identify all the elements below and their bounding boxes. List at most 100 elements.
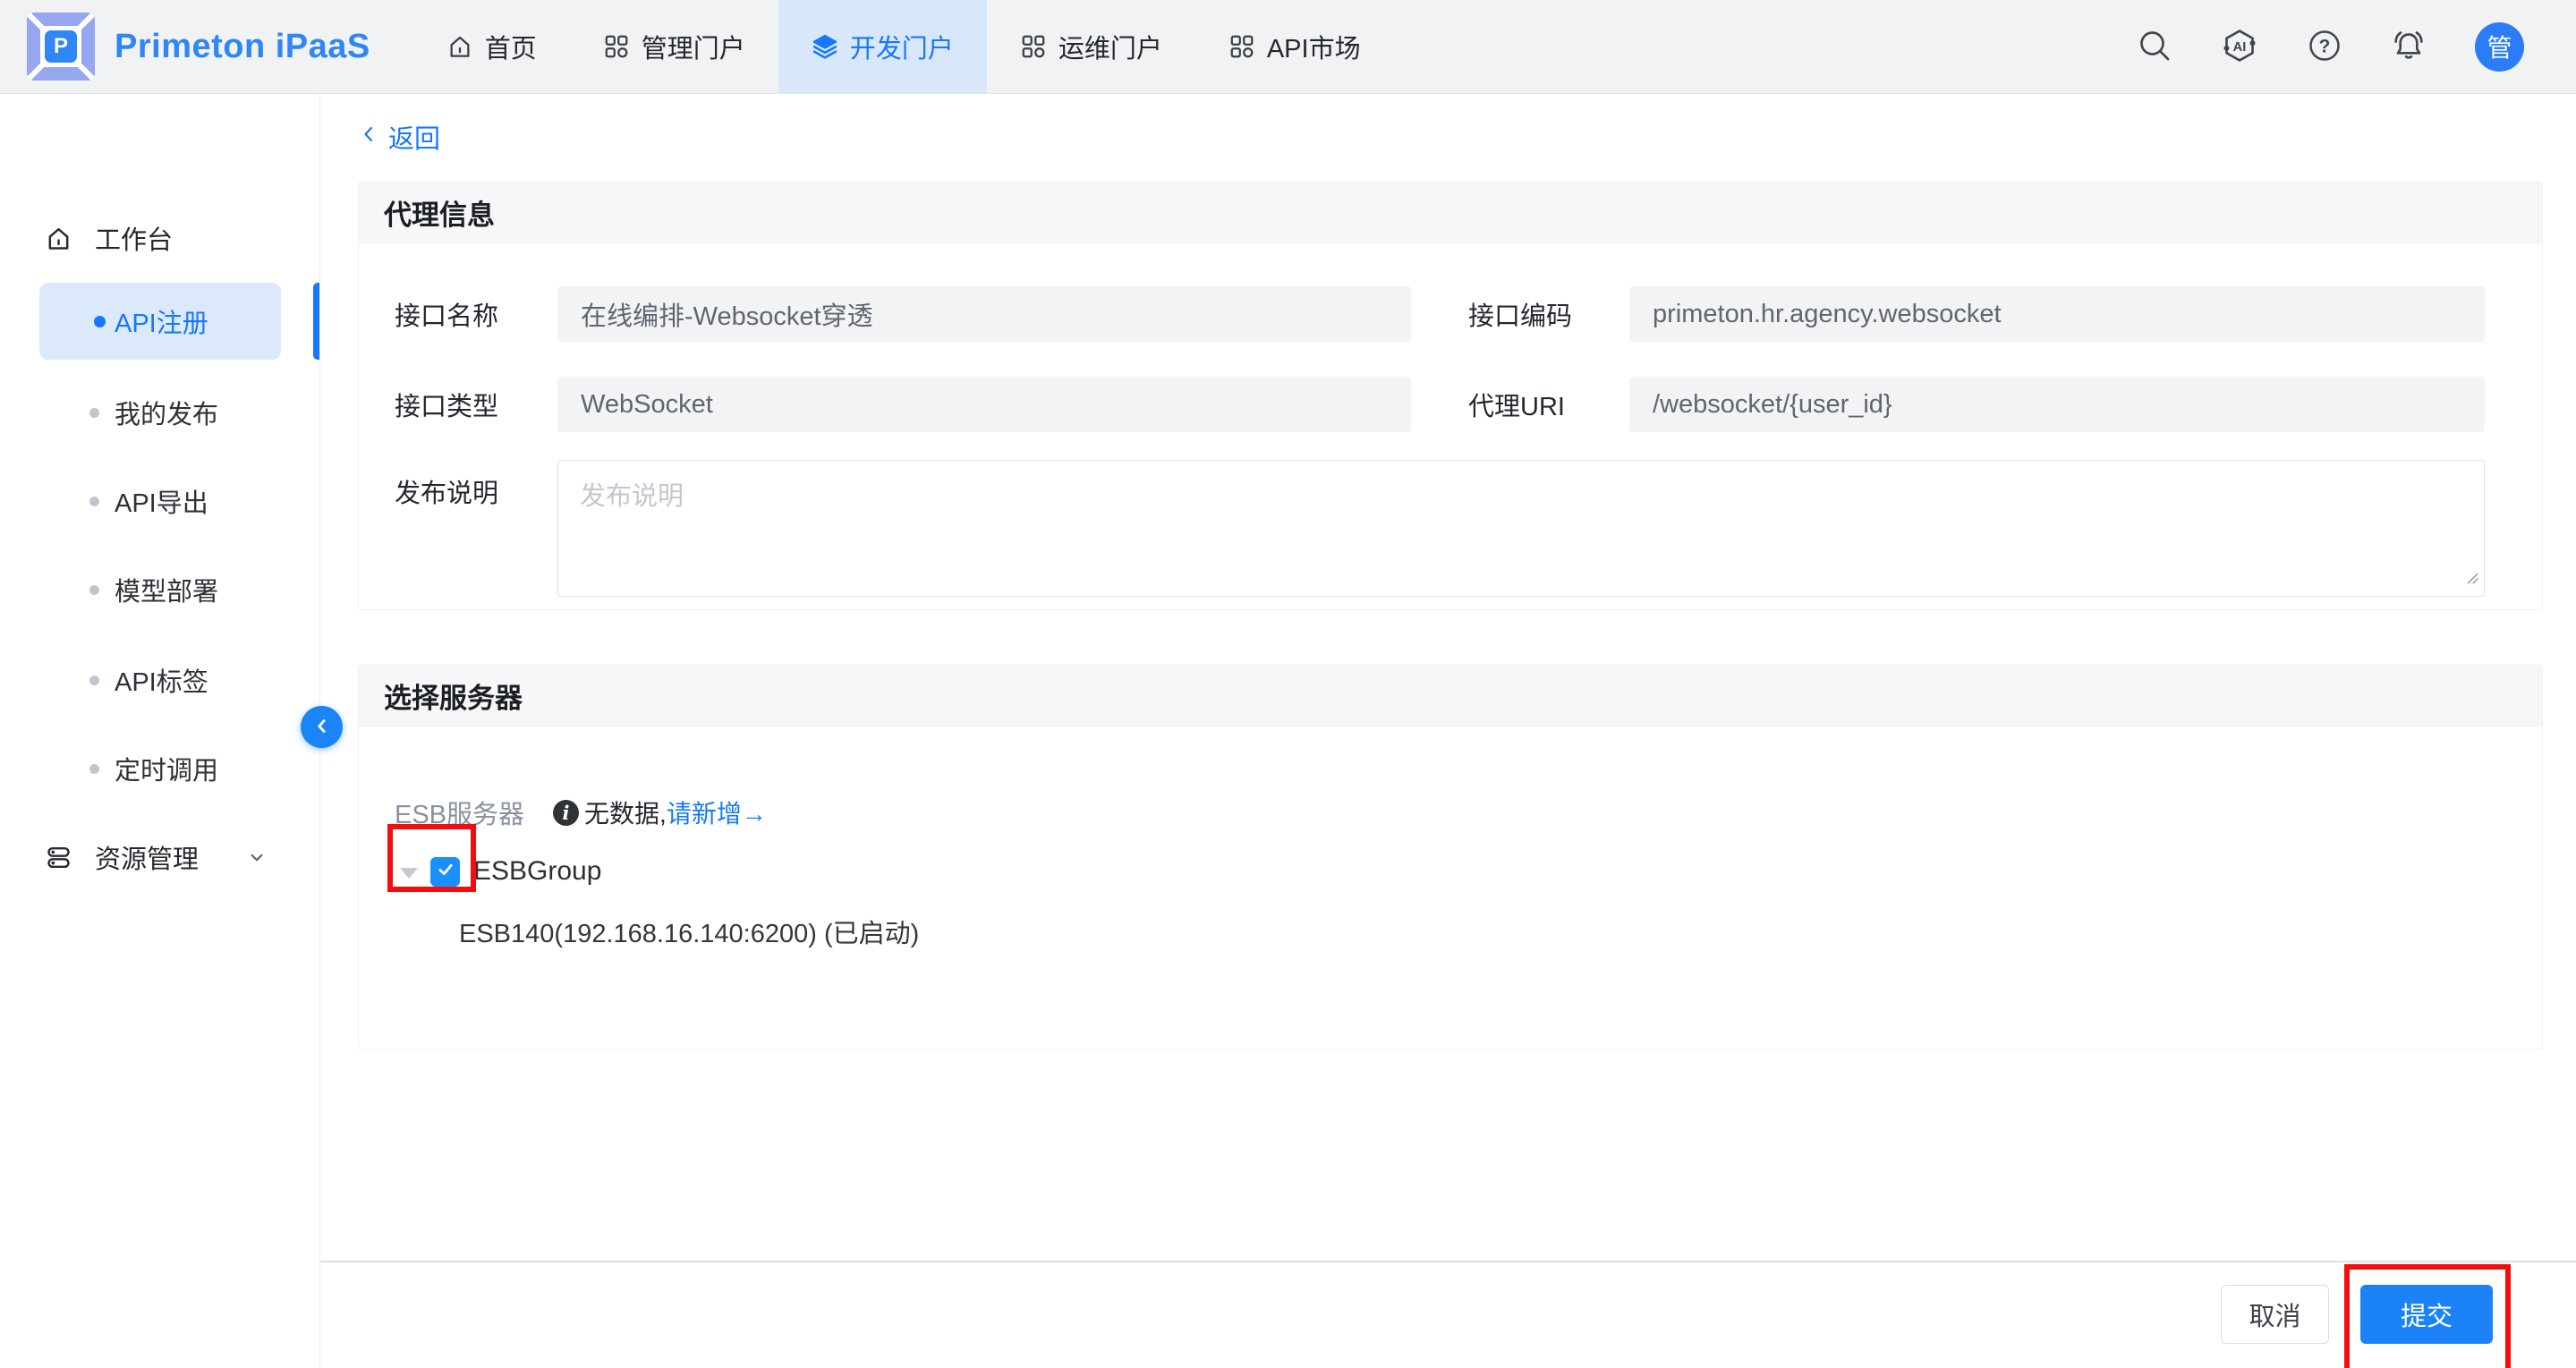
card-header: 选择服务器 — [359, 666, 2542, 726]
brand-name: Primeton iPaaS — [115, 28, 370, 66]
sidebar-item-model-deploy[interactable]: 模型部署 — [0, 564, 320, 616]
submit-button[interactable]: 提交 — [2360, 1285, 2493, 1344]
esb-group-label: ESBGroup — [473, 856, 601, 887]
main-content: 返回 代理信息 接口名称 接口编码 — [320, 94, 2576, 1368]
ai-icon: AI — [2221, 27, 2258, 67]
top-nav-label: 运维门户 — [1058, 28, 1162, 65]
sidebar-item-workbench[interactable]: 工作台 — [0, 212, 320, 264]
server-select-body: ESB服务器 i 无数据, 请新增→ — [359, 726, 2542, 1049]
sidebar-item-scheduled-calls[interactable]: 定时调用 — [0, 743, 320, 794]
no-data-hint: i 无数据, 请新增→ — [553, 794, 767, 830]
caret-down-icon[interactable] — [400, 868, 418, 879]
sidebar-item-api-export[interactable]: API导出 — [0, 475, 320, 527]
sidebar-item-api-tags[interactable]: API标签 — [0, 654, 320, 706]
search-icon — [2137, 28, 2172, 66]
proxy-form: 接口名称 接口编码 接口类型 代理URI — [359, 243, 2542, 609]
search-button[interactable] — [2137, 28, 2172, 66]
top-nav-label: API市场 — [1267, 28, 1361, 65]
top-actions: AI ? — [2137, 22, 2524, 72]
sidebar-group-resource-management[interactable]: 资源管理 — [0, 831, 320, 883]
interface-type-input[interactable] — [557, 377, 1411, 432]
top-nav-item-dev-portal[interactable]: 开发门户 — [778, 0, 987, 94]
interface-code-input[interactable] — [1629, 286, 2485, 342]
cancel-button[interactable]: 取消 — [2221, 1285, 2329, 1344]
esb-server-label: ESB服务器 — [395, 794, 524, 831]
brand-logo-icon: P — [27, 13, 95, 81]
footer-divider — [320, 1261, 2576, 1262]
sidebar-item-label: 定时调用 — [115, 750, 218, 787]
add-new-link[interactable]: 请新增→ — [667, 794, 767, 830]
card-header: 代理信息 — [359, 183, 2542, 243]
top-nav-label: 管理门户 — [642, 28, 745, 65]
esb-server-item-row: ESB140(192.168.16.140:6200) (已启动) — [459, 913, 919, 950]
proxy-info-card: 代理信息 接口名称 接口编码 接口类型 — [358, 182, 2543, 610]
sidebar-item-label: 资源管理 — [95, 838, 199, 876]
chevron-left-icon — [310, 714, 334, 740]
bullet-dot-icon — [94, 316, 106, 327]
avatar[interactable]: 管 — [2475, 22, 2524, 72]
svg-text:AI: AI — [2233, 39, 2247, 54]
esb-group-checkbox[interactable] — [430, 857, 460, 887]
top-nav-item-admin-portal[interactable]: 管理门户 — [570, 0, 778, 94]
release-notes-textarea[interactable] — [557, 460, 2485, 597]
sidebar-item-label: 工作台 — [95, 219, 173, 257]
field-label-proxy-uri: 代理URI — [1468, 386, 1629, 423]
sidebar-item-label: API标签 — [115, 661, 208, 699]
sidebar-collapse-button[interactable] — [301, 706, 343, 748]
proxy-uri-input[interactable] — [1629, 377, 2485, 432]
esb-group-row: ESBGroup — [395, 852, 601, 891]
check-icon — [436, 860, 455, 884]
field-label-interface-code: 接口编码 — [1468, 295, 1629, 333]
sidebar-item-api-register[interactable]: API注册 — [39, 283, 281, 360]
home-icon — [45, 225, 72, 252]
field-label-interface-name: 接口名称 — [395, 295, 557, 333]
top-nav-item-api-market[interactable]: API市场 — [1195, 0, 1394, 94]
bullet-dot-icon — [89, 676, 99, 685]
field-label-release-notes: 发布说明 — [395, 472, 557, 597]
back-label: 返回 — [388, 118, 440, 156]
bullet-dot-icon — [89, 764, 99, 774]
chevron-left-icon — [358, 123, 379, 152]
sidebar-item-my-publications[interactable]: 我的发布 — [0, 387, 320, 438]
chevron-down-icon — [245, 845, 268, 869]
grid-icon — [1228, 33, 1255, 60]
top-nav: P Primeton iPaaS 首页 — [0, 0, 2576, 94]
bullet-dot-icon — [89, 585, 99, 595]
card-title: 选择服务器 — [384, 676, 523, 716]
home-icon — [446, 33, 473, 60]
top-nav-label: 开发门户 — [850, 28, 954, 65]
sidebar-item-label: 模型部署 — [115, 571, 218, 608]
bell-icon — [2391, 28, 2427, 66]
field-label-interface-type: 接口类型 — [395, 386, 557, 423]
sidebar-item-label: 我的发布 — [115, 394, 218, 431]
active-indicator — [313, 283, 319, 360]
info-icon: i — [553, 800, 579, 826]
grid-icon — [1020, 33, 1047, 60]
app-window: P Primeton iPaaS 首页 — [0, 0, 2576, 1368]
sidebar-item-label: API导出 — [115, 482, 208, 520]
brand[interactable]: P Primeton iPaaS — [27, 13, 370, 81]
grid-icon — [603, 33, 630, 60]
sidebar-item-label: API注册 — [115, 302, 208, 340]
help-button[interactable]: ? — [2307, 28, 2342, 66]
top-nav-label: 首页 — [485, 28, 537, 65]
sidebar: 工作台 API管理 API注册 我的发布 — [0, 94, 320, 1368]
svg-text:?: ? — [2319, 36, 2331, 56]
server-select-card: 选择服务器 ESB服务器 i 无数据, 请新增→ — [358, 665, 2543, 1049]
bullet-dot-icon — [89, 408, 99, 418]
top-nav-item-home[interactable]: 首页 — [413, 0, 570, 94]
esb-server-item: ESB140(192.168.16.140:6200) (已启动) — [459, 913, 919, 950]
notifications-button[interactable] — [2391, 28, 2427, 66]
top-nav-item-ops-portal[interactable]: 运维门户 — [987, 0, 1195, 94]
help-icon: ? — [2307, 28, 2342, 66]
interface-name-input[interactable] — [557, 286, 1411, 342]
logo-letter: P — [45, 30, 77, 63]
server-icon — [45, 844, 72, 871]
no-data-text: 无数据, — [584, 794, 667, 830]
card-title: 代理信息 — [384, 192, 495, 233]
bullet-dot-icon — [89, 497, 99, 506]
back-link[interactable]: 返回 — [358, 118, 440, 156]
ai-button[interactable]: AI — [2221, 27, 2258, 67]
top-menu: 首页 管理门户 开发门户 — [413, 0, 1394, 94]
layers-icon — [812, 33, 838, 60]
